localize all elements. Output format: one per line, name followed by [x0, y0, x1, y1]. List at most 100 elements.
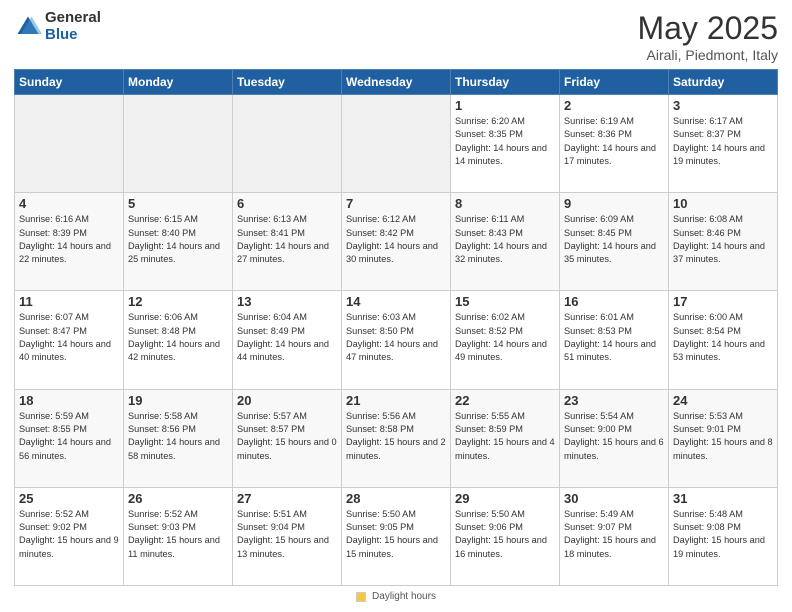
day-number: 19 [128, 393, 228, 408]
day-cell: 5Sunrise: 6:15 AM Sunset: 8:40 PM Daylig… [124, 193, 233, 291]
day-cell: 1 Sunrise: 6:20 AM Sunset: 8:35 PM Daylig… [451, 95, 560, 193]
month-title: May 2025 [637, 10, 778, 47]
day-number: 12 [128, 294, 228, 309]
day-info: Sunrise: 5:48 AM Sunset: 9:08 PM Dayligh… [673, 508, 773, 561]
day-info: Sunrise: 5:50 AM Sunset: 9:06 PM Dayligh… [455, 508, 555, 561]
col-monday: Monday [124, 70, 233, 95]
day-info: Sunrise: 5:50 AM Sunset: 9:05 PM Dayligh… [346, 508, 446, 561]
day-info: Sunrise: 6:16 AM Sunset: 8:39 PM Dayligh… [19, 213, 119, 266]
day-cell: 26Sunrise: 5:52 AM Sunset: 9:03 PM Dayli… [124, 487, 233, 585]
day-info: Sunrise: 6:20 AM Sunset: 8:35 PM Dayligh… [455, 115, 555, 168]
day-number: 16 [564, 294, 664, 309]
day-info: Sunrise: 6:11 AM Sunset: 8:43 PM Dayligh… [455, 213, 555, 266]
day-cell: 14Sunrise: 6:03 AM Sunset: 8:50 PM Dayli… [342, 291, 451, 389]
day-info: Sunrise: 5:51 AM Sunset: 9:04 PM Dayligh… [237, 508, 337, 561]
day-info: Sunrise: 5:54 AM Sunset: 9:00 PM Dayligh… [564, 410, 664, 463]
day-cell: 17 Sunrise: 6:00 AM Sunset: 8:54 PM Dayli… [669, 291, 778, 389]
col-tuesday: Tuesday [233, 70, 342, 95]
logo-icon [14, 13, 42, 41]
day-info: Sunrise: 5:56 AM Sunset: 8:58 PM Dayligh… [346, 410, 446, 463]
logo-general: General [45, 10, 101, 27]
week-row-5: 25 Sunrise: 5:52 AM Sunset: 9:02 PM Dayli… [15, 487, 778, 585]
day-info: Sunrise: 5:52 AM Sunset: 9:03 PM Dayligh… [128, 508, 228, 561]
day-number: 6 [237, 196, 337, 211]
day-cell: 8 Sunrise: 6:11 AM Sunset: 8:43 PM Daylig… [451, 193, 560, 291]
day-cell: 29 Sunrise: 5:50 AM Sunset: 9:06 PM Dayli… [451, 487, 560, 585]
calendar: Sunday Monday Tuesday Wednesday Thursday… [14, 69, 778, 586]
day-cell: 11Sunrise: 6:07 AM Sunset: 8:47 PM Dayli… [15, 291, 124, 389]
day-info: Sunrise: 6:01 AM Sunset: 8:53 PM Dayligh… [564, 311, 664, 364]
day-cell: 22Sunrise: 5:55 AM Sunset: 8:59 PM Dayli… [451, 389, 560, 487]
col-saturday: Saturday [669, 70, 778, 95]
day-info: Sunrise: 6:00 AM Sunset: 8:54 PM Dayligh… [673, 311, 773, 364]
day-number: 10 [673, 196, 773, 211]
day-cell: 10 Sunrise: 6:08 AM Sunset: 8:46 PM Dayli… [669, 193, 778, 291]
day-info: Sunrise: 6:07 AM Sunset: 8:47 PM Dayligh… [19, 311, 119, 364]
header: General Blue May 2025 Airali, Piedmont, … [14, 10, 778, 63]
day-cell: 18 Sunrise: 5:59 AM Sunset: 8:55 PM Dayli… [15, 389, 124, 487]
week-row-4: 18 Sunrise: 5:59 AM Sunset: 8:55 PM Dayli… [15, 389, 778, 487]
day-number: 29 [455, 491, 555, 506]
col-sunday: Sunday [15, 70, 124, 95]
day-info: Sunrise: 6:03 AM Sunset: 8:50 PM Dayligh… [346, 311, 446, 364]
day-cell: 7Sunrise: 6:12 AM Sunset: 8:42 PM Daylig… [342, 193, 451, 291]
day-cell: 27 Sunrise: 5:51 AM Sunset: 9:04 PM Dayli… [233, 487, 342, 585]
week-row-3: 11Sunrise: 6:07 AM Sunset: 8:47 PM Dayli… [15, 291, 778, 389]
day-number: 24 [673, 393, 773, 408]
day-number: 30 [564, 491, 664, 506]
day-number: 17 [673, 294, 773, 309]
day-cell: 16 Sunrise: 6:01 AM Sunset: 8:53 PM Dayli… [560, 291, 669, 389]
day-number: 18 [19, 393, 119, 408]
day-number: 15 [455, 294, 555, 309]
daylight-dot [356, 592, 366, 602]
day-cell: 6 Sunrise: 6:13 AM Sunset: 8:41 PM Daylig… [233, 193, 342, 291]
day-number: 1 [455, 98, 555, 113]
day-info: Sunrise: 5:57 AM Sunset: 8:57 PM Dayligh… [237, 410, 337, 463]
day-cell: 21Sunrise: 5:56 AM Sunset: 8:58 PM Dayli… [342, 389, 451, 487]
day-cell: 12 Sunrise: 6:06 AM Sunset: 8:48 PM Dayli… [124, 291, 233, 389]
day-info: Sunrise: 5:58 AM Sunset: 8:56 PM Dayligh… [128, 410, 228, 463]
day-number: 25 [19, 491, 119, 506]
day-info: Sunrise: 6:17 AM Sunset: 8:37 PM Dayligh… [673, 115, 773, 168]
day-number: 27 [237, 491, 337, 506]
day-info: Sunrise: 6:06 AM Sunset: 8:48 PM Dayligh… [128, 311, 228, 364]
header-row: Sunday Monday Tuesday Wednesday Thursday… [15, 70, 778, 95]
day-info: Sunrise: 6:08 AM Sunset: 8:46 PM Dayligh… [673, 213, 773, 266]
day-cell: 24 Sunrise: 5:53 AM Sunset: 9:01 PM Dayli… [669, 389, 778, 487]
week-row-2: 4 Sunrise: 6:16 AM Sunset: 8:39 PM Daylig… [15, 193, 778, 291]
day-number: 31 [673, 491, 773, 506]
day-cell [124, 95, 233, 193]
day-number: 28 [346, 491, 446, 506]
col-thursday: Thursday [451, 70, 560, 95]
day-cell [233, 95, 342, 193]
day-number: 2 [564, 98, 664, 113]
day-number: 22 [455, 393, 555, 408]
day-info: Sunrise: 6:04 AM Sunset: 8:49 PM Dayligh… [237, 311, 337, 364]
day-number: 8 [455, 196, 555, 211]
day-cell: 19 Sunrise: 5:58 AM Sunset: 8:56 PM Dayli… [124, 389, 233, 487]
day-number: 4 [19, 196, 119, 211]
day-cell: 20 Sunrise: 5:57 AM Sunset: 8:57 PM Dayli… [233, 389, 342, 487]
day-number: 9 [564, 196, 664, 211]
col-friday: Friday [560, 70, 669, 95]
day-cell: 4 Sunrise: 6:16 AM Sunset: 8:39 PM Daylig… [15, 193, 124, 291]
day-number: 20 [237, 393, 337, 408]
day-info: Sunrise: 6:19 AM Sunset: 8:36 PM Dayligh… [564, 115, 664, 168]
day-cell: 31 Sunrise: 5:48 AM Sunset: 9:08 PM Dayli… [669, 487, 778, 585]
day-info: Sunrise: 6:13 AM Sunset: 8:41 PM Dayligh… [237, 213, 337, 266]
day-info: Sunrise: 5:53 AM Sunset: 9:01 PM Dayligh… [673, 410, 773, 463]
day-info: Sunrise: 6:02 AM Sunset: 8:52 PM Dayligh… [455, 311, 555, 364]
day-cell: 9Sunrise: 6:09 AM Sunset: 8:45 PM Daylig… [560, 193, 669, 291]
day-info: Sunrise: 5:49 AM Sunset: 9:07 PM Dayligh… [564, 508, 664, 561]
day-number: 7 [346, 196, 446, 211]
day-number: 13 [237, 294, 337, 309]
footer: Daylight hours [14, 591, 778, 602]
day-cell: 25 Sunrise: 5:52 AM Sunset: 9:02 PM Dayli… [15, 487, 124, 585]
day-info: Sunrise: 5:59 AM Sunset: 8:55 PM Dayligh… [19, 410, 119, 463]
day-info: Sunrise: 5:52 AM Sunset: 9:02 PM Dayligh… [19, 508, 119, 561]
day-cell: 13 Sunrise: 6:04 AM Sunset: 8:49 PM Dayli… [233, 291, 342, 389]
day-cell: 28 Sunrise: 5:50 AM Sunset: 9:05 PM Dayli… [342, 487, 451, 585]
title-block: May 2025 Airali, Piedmont, Italy [637, 10, 778, 63]
logo-blue: Blue [45, 27, 101, 44]
week-row-1: 1 Sunrise: 6:20 AM Sunset: 8:35 PM Daylig… [15, 95, 778, 193]
